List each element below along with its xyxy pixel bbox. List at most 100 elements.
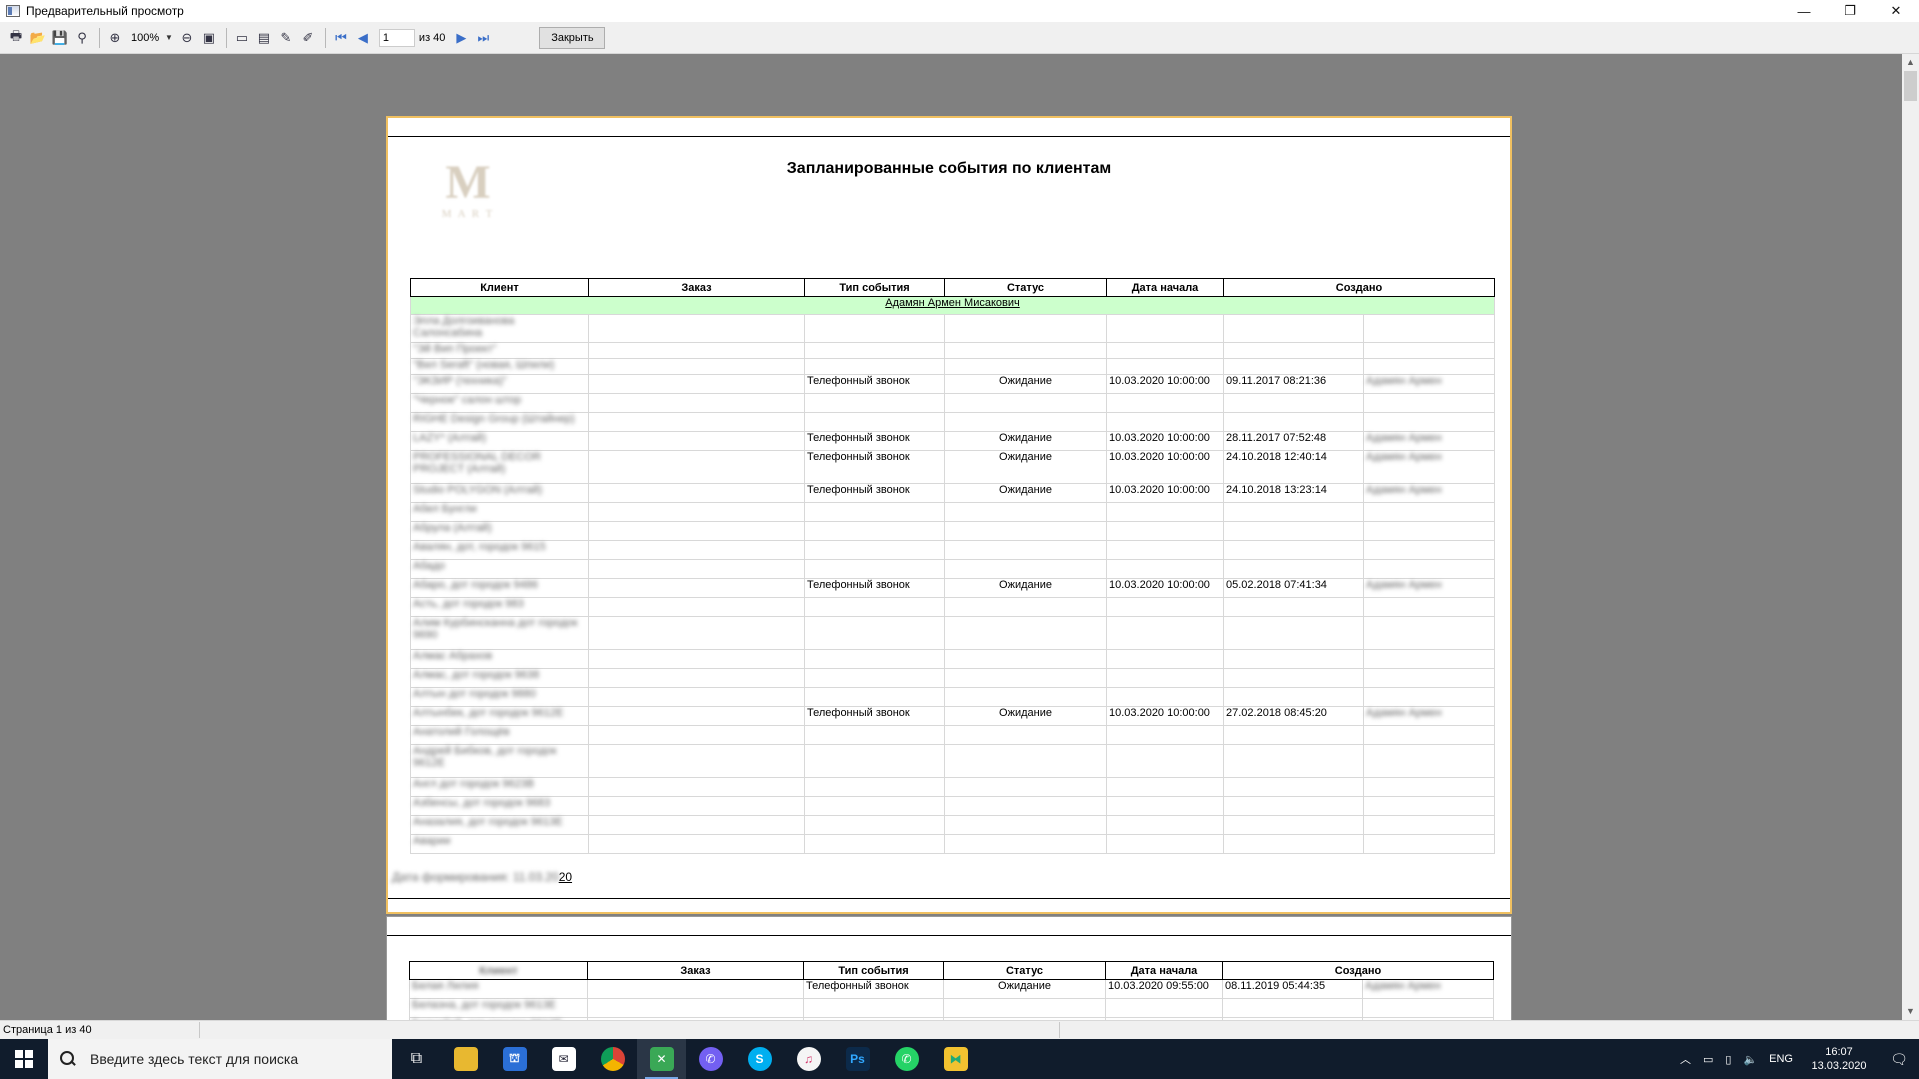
language-indicator[interactable]: ENG	[1769, 1053, 1793, 1065]
cell-order	[588, 777, 805, 797]
start-button[interactable]	[0, 1039, 48, 1079]
cell-order	[588, 393, 805, 413]
page-header-line	[388, 136, 1510, 137]
vertical-scrollbar[interactable]: ▲ ▼	[1902, 54, 1919, 1020]
cell-created	[1223, 687, 1364, 707]
cell-created	[1223, 314, 1364, 343]
restore-button[interactable]: ❐	[1827, 0, 1873, 22]
close-preview-button[interactable]: Закрыть	[539, 26, 606, 49]
prev-page-icon[interactable]: ◀	[353, 28, 373, 48]
app-icon-extra[interactable]: ⧓	[931, 1039, 980, 1079]
minimize-button[interactable]: —	[1781, 0, 1827, 22]
page-count-label: из 40	[418, 31, 446, 44]
clock[interactable]: 16:07 13.03.2020	[1799, 1045, 1879, 1073]
preview-app-icon[interactable]: ✕	[637, 1039, 686, 1079]
edit-icon[interactable]: ✎	[276, 28, 296, 48]
col-client: Клиент	[409, 961, 588, 980]
cell-client: Авалян, дот, городок 9615	[410, 540, 589, 560]
print-icon[interactable]: 🖶	[6, 28, 26, 48]
cell-created	[1223, 521, 1364, 541]
fit-page-icon[interactable]: ▣	[199, 28, 219, 48]
cell-event-type: Телефонный звонок	[803, 979, 944, 999]
cell-client: Азбенсы, дот городок 9683	[410, 796, 589, 816]
task-view-icon[interactable]: ⧉	[392, 1039, 441, 1079]
cell-status	[944, 725, 1107, 745]
network-icon[interactable]: ▯	[1725, 1053, 1731, 1066]
cell-start-date: 10.03.2020 09:55:00	[1105, 979, 1223, 999]
report-footer: Дата формирования: 11.03.2020	[392, 870, 572, 884]
cell-created	[1223, 412, 1364, 432]
cell-order	[588, 687, 805, 707]
group-client-link[interactable]: Адамян Армен Мисакович	[885, 298, 1020, 310]
last-page-icon[interactable]: ⏭	[473, 28, 493, 48]
window-controls: — ❐ ✕	[1781, 0, 1919, 22]
cell-created	[1223, 540, 1364, 560]
cell-order	[588, 834, 805, 854]
cell-event-type	[804, 412, 945, 432]
cell-order	[588, 342, 805, 359]
cell-start-date: 10.03.2020 10:00:00	[1106, 706, 1224, 726]
cell-order	[587, 979, 804, 999]
cell-status: Ожидание	[944, 706, 1107, 726]
preview-area[interactable]: M M A R T Запланированные события по кли…	[0, 54, 1902, 1020]
zoom-out-icon[interactable]: ⊖	[177, 28, 197, 48]
design-icon[interactable]: ✐	[298, 28, 318, 48]
open-icon[interactable]: 📂	[28, 28, 48, 48]
notifications-icon[interactable]: 🗨	[1879, 1039, 1919, 1079]
scroll-down-icon[interactable]: ▼	[1902, 1003, 1919, 1020]
whatsapp-icon[interactable]: ✆	[882, 1039, 931, 1079]
taskbar-search[interactable]: Введите здесь текст для поиска	[48, 1039, 392, 1079]
chrome-icon[interactable]	[588, 1039, 637, 1079]
col-event-type: Тип события	[803, 961, 944, 980]
cell-client: PROFESSIONAL DECOR PROJECT (Алтай)	[410, 450, 589, 484]
cell-client: "ЭКЗИР (техника)"	[410, 374, 589, 394]
cell-status: Ожидание	[944, 578, 1107, 598]
close-window-button[interactable]: ✕	[1873, 0, 1919, 22]
cell-event-type	[804, 342, 945, 359]
store-icon[interactable]: ⛫	[490, 1039, 539, 1079]
file-explorer-icon[interactable]	[441, 1039, 490, 1079]
mail-icon[interactable]: ✉	[539, 1039, 588, 1079]
table-row: Алмас Абрахов	[410, 649, 1496, 669]
scroll-thumb[interactable]	[1904, 71, 1917, 101]
table-row: Абел Бунгли	[410, 502, 1496, 522]
cell-event-type	[804, 725, 945, 745]
zoom-select[interactable]: 100% ▼	[131, 32, 173, 44]
viber-icon[interactable]: ✆	[686, 1039, 735, 1079]
cell-author: Адамян Армен	[1362, 374, 1496, 394]
tray-expand-icon[interactable]: ︿	[1680, 1051, 1691, 1067]
page-setup-icon[interactable]: ▤	[254, 28, 274, 48]
find-icon[interactable]: ⚲	[72, 28, 92, 48]
cell-start-date	[1106, 597, 1224, 617]
single-page-icon[interactable]: ▭	[232, 28, 252, 48]
col-status: Статус	[943, 961, 1106, 980]
skype-icon[interactable]: S	[735, 1039, 784, 1079]
toolbar-separator	[324, 27, 326, 48]
cell-status	[944, 314, 1107, 343]
cell-order	[588, 597, 805, 617]
cell-client: Абел Бунгли	[410, 502, 589, 522]
zoom-in-icon[interactable]: ⊕	[105, 28, 125, 48]
window-title: Предварительный просмотр	[26, 4, 184, 18]
next-page-icon[interactable]: ▶	[451, 28, 471, 48]
cell-status: Ожидание	[944, 483, 1107, 503]
cell-start-date	[1106, 796, 1224, 816]
cell-status	[944, 687, 1107, 707]
first-page-icon[interactable]: ⏮	[331, 28, 351, 48]
photoshop-icon[interactable]: Ps	[833, 1039, 882, 1079]
table-row: Абрула (Алтай)	[410, 521, 1496, 541]
col-event-type: Тип события	[804, 278, 945, 297]
table-row: Анатолий Голощёв	[410, 725, 1496, 745]
battery-icon[interactable]: ▭	[1703, 1053, 1713, 1066]
cell-start-date: 10.03.2020 10:00:00	[1106, 374, 1224, 394]
cell-event-type	[804, 649, 945, 669]
page-number-input[interactable]: 1	[378, 28, 415, 47]
cell-author	[1362, 616, 1496, 650]
footer-date-tail: 20	[558, 870, 573, 884]
cell-status	[944, 668, 1107, 688]
itunes-icon[interactable]: ♫	[784, 1039, 833, 1079]
col-start-date: Дата начала	[1105, 961, 1223, 980]
scroll-up-icon[interactable]: ▲	[1902, 54, 1919, 71]
volume-icon[interactable]: 🔈	[1743, 1053, 1757, 1066]
save-icon[interactable]: 💾	[50, 28, 70, 48]
